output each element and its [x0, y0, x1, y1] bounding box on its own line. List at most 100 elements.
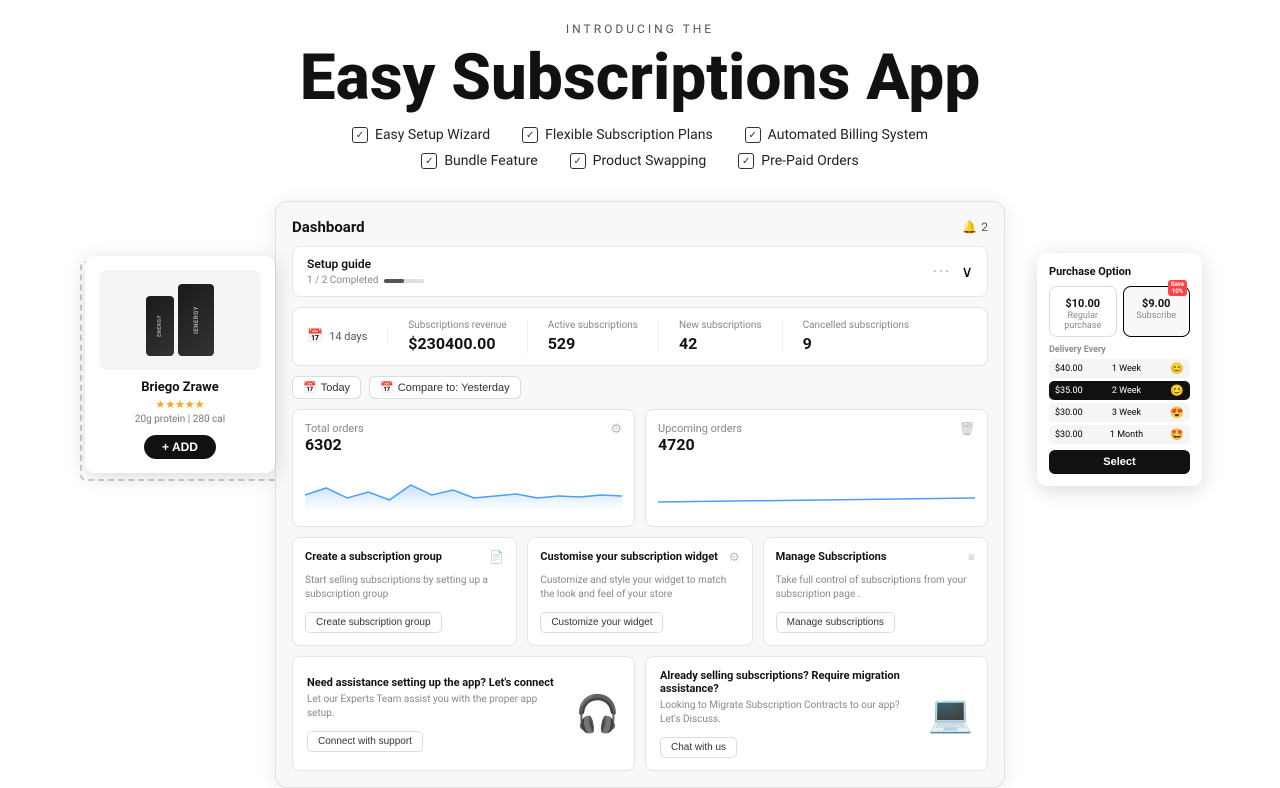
product-card: ENERGY IENERGY Briego Zrawe ★★★★★ 20g pr…: [85, 256, 275, 473]
delivery-period-0: 1 Week: [1112, 364, 1141, 374]
features-row-1: ✓Easy Setup Wizard✓Flexible Subscription…: [0, 127, 1280, 143]
purchase-option-card: Purchase Option $10.00 Regular purchase …: [1037, 253, 1202, 486]
action-card-widget: Customise your subscription widget ⚙ Cus…: [527, 537, 752, 646]
today-button[interactable]: 📅 Today: [292, 376, 361, 399]
bell-icon: 🔔: [962, 220, 977, 234]
features-row-2: ✓Bundle Feature✓Product Swapping✓Pre-Pai…: [0, 153, 1280, 169]
main-title: Easy Subscriptions App: [0, 44, 1280, 111]
upcoming-orders-chart: Upcoming orders 4720 🗑: [645, 409, 988, 527]
support-text-1: Already selling subscriptions? Require m…: [660, 669, 916, 758]
cancelled-label: Cancelled subscriptions: [803, 320, 910, 331]
feature-label-flexible-plans: Flexible Subscription Plans: [545, 127, 713, 143]
check-icon-product-swap: ✓: [570, 153, 586, 169]
delivery-emoji-1: 😊: [1170, 384, 1184, 397]
chart-header-total: Total orders 6302 ⚙: [305, 422, 622, 454]
delivery-row-1[interactable]: $35.00 2 Week 😊: [1049, 381, 1190, 400]
upcoming-icon[interactable]: 🗑: [958, 422, 975, 437]
action-cards-row: Create a subscription group 📄 Start sell…: [292, 537, 988, 646]
support-title-1: Already selling subscriptions? Require m…: [660, 669, 916, 695]
support-illustration-0: 🎧: [575, 693, 620, 735]
create-subscription-group-button[interactable]: Create subscription group: [305, 612, 442, 633]
total-orders-value: 6302: [305, 435, 364, 454]
action-card-header-0: Create a subscription group 📄: [305, 550, 504, 568]
select-button[interactable]: Select: [1049, 450, 1190, 474]
feature-label-prepaid: Pre-Paid Orders: [761, 153, 858, 169]
charts-row: Total orders 6302 ⚙: [292, 409, 988, 527]
total-orders-svg: [305, 460, 622, 510]
action-card-header-2: Manage Subscriptions ≡: [776, 550, 975, 568]
setup-guide-right: ··· ∨: [933, 262, 973, 281]
more-options-icon[interactable]: ···: [933, 262, 952, 281]
connect-support-button[interactable]: Connect with support: [307, 731, 423, 752]
price-option-subscribe[interactable]: Save10% $9.00 Subscribe: [1123, 286, 1191, 337]
action-card-desc-1: Customize and style your widget to match…: [540, 574, 739, 602]
chat-with-us-button[interactable]: Chat with us: [660, 737, 737, 758]
active-label: Active subscriptions: [548, 320, 638, 331]
setup-progress-row: 1 / 2 Completed: [307, 275, 424, 286]
support-desc-1: Looking to Migrate Subscription Contract…: [660, 699, 916, 727]
doc-icon: 📄: [489, 550, 504, 568]
notification-bell-area[interactable]: 🔔 2: [962, 220, 988, 234]
check-icon-automated-billing: ✓: [745, 127, 761, 143]
delivery-emoji-0: 😊: [1170, 362, 1184, 375]
delivery-period-3: 1 Month: [1110, 430, 1143, 440]
feature-label-automated-billing: Automated Billing System: [768, 127, 928, 143]
subscribe-price-label: Subscribe: [1128, 311, 1186, 321]
action-card-title-0: Create a subscription group: [305, 550, 442, 563]
setup-progress-text: 1 / 2 Completed: [307, 275, 378, 286]
bottle-main: IENERGY: [178, 284, 214, 356]
supplement-bottles: ENERGY IENERGY: [146, 284, 214, 356]
setup-guide-left: Setup guide 1 / 2 Completed: [307, 257, 424, 286]
chevron-down-icon[interactable]: ∨: [961, 262, 973, 281]
feature-label-easy-setup: Easy Setup Wizard: [375, 127, 490, 143]
action-card-manage: Manage Subscriptions ≡ Take full control…: [763, 537, 988, 646]
support-row: Need assistance setting up the app? Let'…: [292, 656, 988, 771]
dashboard-title: Dashboard: [292, 218, 365, 236]
new-value: 42: [679, 334, 762, 353]
purchase-option-title: Purchase Option: [1049, 265, 1190, 278]
total-orders-label: Total orders: [305, 422, 364, 435]
chart-settings-icon[interactable]: ⚙: [610, 422, 622, 437]
feature-item-automated-billing: ✓ Automated Billing System: [745, 127, 928, 143]
progress-bar-background: [384, 279, 424, 283]
check-icon-bundle: ✓: [421, 153, 437, 169]
calendar-icon: 📅: [307, 329, 323, 344]
manage-icon: ≡: [968, 550, 975, 568]
progress-bar-fill: [384, 279, 404, 283]
notification-count: 2: [981, 220, 988, 234]
price-option-regular[interactable]: $10.00 Regular purchase: [1049, 286, 1117, 337]
product-image-area: ENERGY IENERGY: [99, 270, 261, 370]
product-meta: 20g protein | 280 cal: [99, 414, 261, 425]
delivery-emoji-2: 😍: [1170, 406, 1184, 419]
delivery-row-0[interactable]: $40.00 1 Week 😊: [1049, 359, 1190, 378]
bottle-side: ENERGY: [146, 296, 174, 356]
delivery-row-3[interactable]: $30.00 1 Month 🤩: [1049, 425, 1190, 444]
regular-price-label: Regular purchase: [1054, 311, 1112, 331]
active-value: 529: [548, 334, 638, 353]
upcoming-orders-label: Upcoming orders: [658, 422, 742, 435]
period-value: 14 days: [329, 330, 367, 343]
compare-button[interactable]: 📅 Compare to: Yesterday: [369, 376, 521, 399]
dashboard-wrapper: ENERGY IENERGY Briego Zrawe ★★★★★ 20g pr…: [0, 201, 1280, 788]
regular-price-value: $10.00: [1065, 297, 1100, 310]
compare-icon: 📅: [380, 381, 394, 394]
delivery-emoji-3: 🤩: [1170, 428, 1184, 441]
customize-widget-button[interactable]: Customize your widget: [540, 612, 663, 633]
add-to-cart-button[interactable]: + ADD: [144, 435, 216, 459]
action-card-desc-0: Start selling subscriptions by setting u…: [305, 574, 504, 602]
manage-subscriptions-button[interactable]: Manage subscriptions: [776, 612, 895, 633]
date-filter-row: 📅 Today 📅 Compare to: Yesterday: [292, 376, 988, 399]
action-card-title-1: Customise your subscription widget: [540, 550, 718, 563]
delivery-rows: $40.00 1 Week 😊 $35.00 2 Week 😊 $30.00 3…: [1049, 359, 1190, 444]
feature-item-flexible-plans: ✓Flexible Subscription Plans: [522, 127, 713, 143]
delivery-row-2[interactable]: $30.00 3 Week 😍: [1049, 403, 1190, 422]
check-icon-prepaid: ✓: [738, 153, 754, 169]
delivery-price-3: $30.00: [1055, 430, 1083, 440]
revenue-label: Subscriptions revenue: [408, 320, 506, 331]
compare-label: Compare to: Yesterday: [398, 382, 510, 394]
delivery-price-1: $35.00: [1055, 386, 1083, 396]
stat-revenue: Subscriptions revenue $230400.00: [388, 320, 527, 353]
upcoming-orders-value: 4720: [658, 435, 742, 454]
check-icon-easy-setup: ✓: [352, 127, 368, 143]
subscribe-price-value: $9.00: [1142, 297, 1170, 310]
